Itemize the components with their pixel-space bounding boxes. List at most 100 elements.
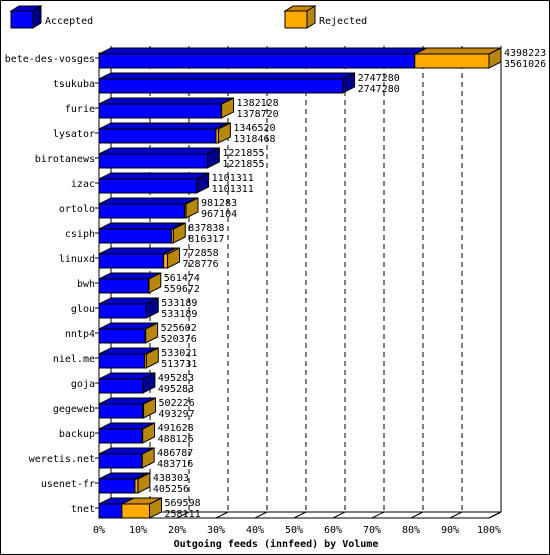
x-tick — [332, 511, 346, 519]
bar-accepted-top — [98, 172, 209, 180]
data-label-offered: 502226 — [159, 398, 195, 409]
category-label: furie — [65, 104, 95, 115]
chart: Accepted Rejected 0% 10% 20% 30% 40% 50% 60% 70% 8… — [0, 0, 550, 555]
legend-label-rejected: Rejected — [319, 16, 367, 27]
x-tick-label: 50% — [285, 525, 303, 536]
data-label-accepted: 2747280 — [358, 84, 400, 95]
category-label: tsukuba — [53, 79, 95, 90]
data-label-offered: 533189 — [161, 298, 197, 309]
bar-rejected — [170, 228, 174, 244]
data-label-offered: 486787 — [157, 448, 193, 459]
category-label: gegeweb — [53, 404, 95, 415]
category-label: linuxd — [59, 254, 95, 265]
category-label: csiph — [65, 229, 95, 240]
x-tick — [449, 511, 463, 519]
data-label-offered: 569598 — [165, 498, 201, 509]
data-label-accepted: 1318468 — [233, 134, 275, 145]
bar-accepted — [98, 253, 165, 269]
bar-accepted-top — [98, 147, 220, 155]
category-label: izac — [71, 179, 95, 190]
data-label-offered: 438303 — [153, 473, 189, 484]
bar-rejected — [144, 353, 147, 369]
x-tick-label: 100% — [477, 525, 501, 536]
data-label-accepted: 1221855 — [222, 159, 264, 170]
data-label-offered: 2747280 — [358, 73, 400, 84]
category-label: bete-des-vosges — [5, 54, 95, 65]
bar-accepted-top — [98, 197, 197, 205]
x-tick — [215, 511, 229, 519]
category-label: weretis.net — [29, 454, 95, 465]
data-label-accepted: 493297 — [159, 409, 195, 420]
x-tick-label: 40% — [246, 525, 264, 536]
bar-rejected — [414, 53, 490, 69]
data-label-accepted: 816317 — [188, 234, 224, 245]
data-label-offered: 837838 — [188, 223, 224, 234]
bar-rejected — [121, 503, 151, 519]
bar-rejected — [134, 478, 139, 494]
bar-accepted-top — [98, 97, 234, 105]
bar-accepted — [98, 428, 143, 444]
bar-accepted — [98, 228, 172, 244]
data-label-accepted: 559672 — [164, 284, 200, 295]
x-tick-label: 70% — [363, 525, 381, 536]
data-label-accepted: 3561026 — [504, 59, 546, 70]
x-tick — [371, 511, 385, 519]
bar-rejected — [163, 253, 169, 269]
x-tick-label: 90% — [441, 525, 459, 536]
bar-accepted-top — [98, 122, 229, 130]
bar-accepted — [98, 53, 416, 69]
data-label-accepted: 967104 — [201, 209, 237, 220]
data-label-offered: 533021 — [161, 348, 197, 359]
data-label-accepted: 483716 — [157, 459, 193, 470]
bar-rejected — [215, 128, 219, 144]
data-label-offered: 1101311 — [212, 173, 254, 184]
bar-accepted — [98, 178, 198, 194]
data-label-accepted: 405256 — [153, 484, 189, 495]
data-label-accepted: 488126 — [158, 434, 194, 445]
bar-accepted — [98, 153, 208, 169]
data-label-accepted: 513731 — [161, 359, 197, 370]
x-tick-label: 0% — [93, 525, 105, 536]
category-label: goja — [71, 379, 95, 390]
bar-accepted — [98, 103, 222, 119]
x-tick-label: 10% — [129, 525, 147, 536]
bar-accepted — [98, 378, 144, 394]
data-label-offered: 1382128 — [237, 98, 279, 109]
x-tick-label: 80% — [402, 525, 420, 536]
data-label-accepted: 495283 — [158, 384, 194, 395]
category-label: nntp4 — [65, 329, 95, 340]
bar-accepted — [98, 328, 146, 344]
bar-accepted — [98, 303, 147, 319]
x-tick — [293, 511, 307, 519]
chart-svg: Accepted Rejected 0% 10% 20% 30% 40% 50% 60% 70% 8… — [5, 5, 546, 550]
legend-swatch — [284, 10, 308, 29]
category-label: birotanews — [35, 154, 95, 165]
category-label: ortolo — [59, 204, 95, 215]
category-label: lysator — [53, 129, 95, 140]
bar-accepted — [98, 203, 186, 219]
x-tick — [254, 511, 268, 519]
category-label: niel.me — [53, 354, 95, 365]
category-label: tnet — [71, 504, 95, 515]
bar-rejected-top — [414, 47, 502, 55]
data-label-accepted: 258111 — [165, 509, 201, 520]
data-label-accepted: 1378720 — [237, 109, 279, 120]
data-label-offered: 1346520 — [233, 123, 275, 134]
bar-accepted — [98, 453, 143, 469]
data-label-offered: 495283 — [158, 373, 194, 384]
bar-rejected — [184, 203, 187, 219]
x-tick — [488, 511, 502, 519]
x-tick-label: 60% — [324, 525, 342, 536]
bar-rejected — [142, 403, 145, 419]
category-label: bwh — [77, 279, 95, 290]
x-tick-label: 30% — [207, 525, 225, 536]
data-label-offered: 772858 — [183, 248, 219, 259]
bar-accepted — [98, 78, 344, 94]
data-label-offered: 525602 — [161, 323, 197, 334]
x-tick — [410, 511, 424, 519]
bar-accepted-top — [98, 222, 184, 230]
bar-accepted — [98, 503, 123, 519]
bar-accepted — [98, 478, 136, 494]
data-label-offered: 4398223 — [504, 48, 546, 59]
bar-accepted — [98, 353, 146, 369]
